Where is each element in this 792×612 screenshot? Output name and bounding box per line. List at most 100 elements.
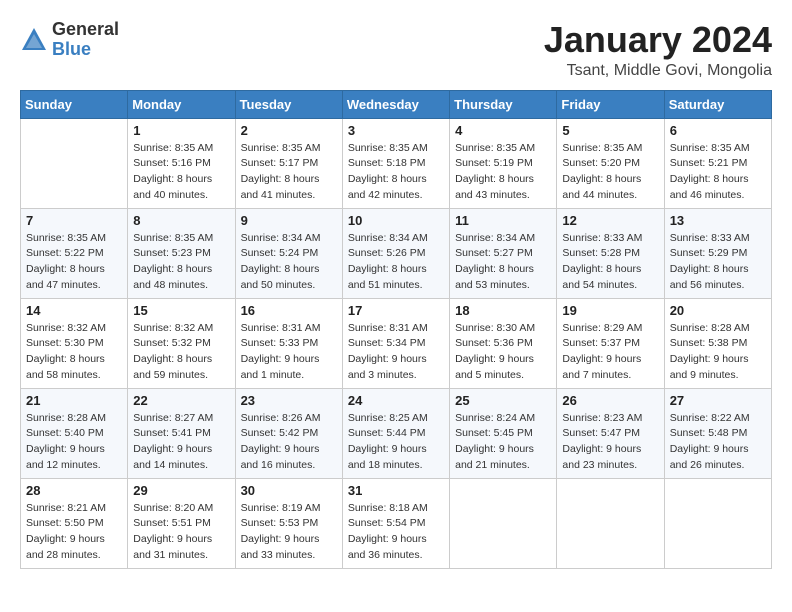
day-cell [450, 478, 557, 568]
calendar-table: Sunday Monday Tuesday Wednesday Thursday… [20, 90, 772, 569]
day-info: Sunrise: 8:35 AMSunset: 5:18 PMDaylight:… [348, 141, 444, 204]
header-thursday: Thursday [450, 90, 557, 118]
day-info: Sunrise: 8:27 AMSunset: 5:41 PMDaylight:… [133, 411, 229, 474]
day-number: 7 [26, 213, 122, 228]
day-number: 26 [562, 393, 658, 408]
day-cell [664, 478, 771, 568]
day-cell: 18 Sunrise: 8:30 AMSunset: 5:36 PMDayligh… [450, 298, 557, 388]
logo-text: General Blue [52, 20, 119, 60]
day-cell: 20Sunrise: 8:28 AMSunset: 5:38 PMDayligh… [664, 298, 771, 388]
day-cell: 1 Sunrise: 8:35 AMSunset: 5:16 PMDaylight… [128, 118, 235, 208]
day-cell: 13Sunrise: 8:33 AMSunset: 5:29 PMDayligh… [664, 208, 771, 298]
calendar-title: January 2024 [544, 20, 772, 60]
calendar-header: Sunday Monday Tuesday Wednesday Thursday… [21, 90, 772, 118]
day-cell: 4 Sunrise: 8:35 AMSunset: 5:19 PMDaylight… [450, 118, 557, 208]
header-tuesday: Tuesday [235, 90, 342, 118]
day-number: 19 [562, 303, 658, 318]
day-number: 25 [455, 393, 551, 408]
day-info: Sunrise: 8:28 AMSunset: 5:38 PMDaylight:… [670, 321, 766, 384]
day-cell: 22 Sunrise: 8:27 AMSunset: 5:41 PMDayligh… [128, 388, 235, 478]
day-cell [557, 478, 664, 568]
week-row-4: 28 Sunrise: 8:21 AMSunset: 5:50 PMDayligh… [21, 478, 772, 568]
day-info: Sunrise: 8:35 AMSunset: 5:23 PMDaylight:… [133, 231, 229, 294]
day-number: 1 [133, 123, 229, 138]
day-cell: 5 Sunrise: 8:35 AMSunset: 5:20 PMDaylight… [557, 118, 664, 208]
day-number: 8 [133, 213, 229, 228]
day-cell [21, 118, 128, 208]
day-info: Sunrise: 8:33 AMSunset: 5:28 PMDaylight:… [562, 231, 658, 294]
day-cell: 6Sunrise: 8:35 AMSunset: 5:21 PMDaylight… [664, 118, 771, 208]
day-number: 28 [26, 483, 122, 498]
day-cell: 30 Sunrise: 8:19 AMSunset: 5:53 PMDayligh… [235, 478, 342, 568]
day-number: 18 [455, 303, 551, 318]
day-cell: 12Sunrise: 8:33 AMSunset: 5:28 PMDayligh… [557, 208, 664, 298]
day-cell: 29 Sunrise: 8:20 AMSunset: 5:51 PMDayligh… [128, 478, 235, 568]
day-number: 29 [133, 483, 229, 498]
day-cell: 10 Sunrise: 8:34 AMSunset: 5:26 PMDayligh… [342, 208, 449, 298]
header-sunday: Sunday [21, 90, 128, 118]
day-info: Sunrise: 8:29 AMSunset: 5:37 PMDaylight:… [562, 321, 658, 384]
day-cell: 17Sunrise: 8:31 AMSunset: 5:34 PMDayligh… [342, 298, 449, 388]
day-info: Sunrise: 8:18 AMSunset: 5:54 PMDaylight:… [348, 501, 444, 564]
week-row-0: 1 Sunrise: 8:35 AMSunset: 5:16 PMDaylight… [21, 118, 772, 208]
day-number: 11 [455, 213, 551, 228]
day-number: 4 [455, 123, 551, 138]
week-row-2: 14Sunrise: 8:32 AMSunset: 5:30 PMDayligh… [21, 298, 772, 388]
day-cell: 21Sunrise: 8:28 AMSunset: 5:40 PMDayligh… [21, 388, 128, 478]
day-number: 31 [348, 483, 444, 498]
day-cell: 8 Sunrise: 8:35 AMSunset: 5:23 PMDaylight… [128, 208, 235, 298]
day-cell: 15 Sunrise: 8:32 AMSunset: 5:32 PMDayligh… [128, 298, 235, 388]
logo-icon [20, 26, 48, 54]
day-info: Sunrise: 8:34 AMSunset: 5:26 PMDaylight:… [348, 231, 444, 294]
day-info: Sunrise: 8:31 AMSunset: 5:34 PMDaylight:… [348, 321, 444, 384]
day-number: 15 [133, 303, 229, 318]
day-info: Sunrise: 8:35 AMSunset: 5:20 PMDaylight:… [562, 141, 658, 204]
logo-general: General [52, 20, 119, 40]
logo-blue: Blue [52, 39, 91, 59]
day-cell: 24Sunrise: 8:25 AMSunset: 5:44 PMDayligh… [342, 388, 449, 478]
day-cell: 23 Sunrise: 8:26 AMSunset: 5:42 PMDayligh… [235, 388, 342, 478]
day-cell: 7 Sunrise: 8:35 AMSunset: 5:22 PMDaylight… [21, 208, 128, 298]
day-cell: 26Sunrise: 8:23 AMSunset: 5:47 PMDayligh… [557, 388, 664, 478]
day-number: 3 [348, 123, 444, 138]
calendar-subtitle: Tsant, Middle Govi, Mongolia [544, 62, 772, 80]
day-cell: 9Sunrise: 8:34 AMSunset: 5:24 PMDaylight… [235, 208, 342, 298]
day-info: Sunrise: 8:34 AMSunset: 5:24 PMDaylight:… [241, 231, 337, 294]
day-info: Sunrise: 8:34 AMSunset: 5:27 PMDaylight:… [455, 231, 551, 294]
day-number: 27 [670, 393, 766, 408]
day-info: Sunrise: 8:26 AMSunset: 5:42 PMDaylight:… [241, 411, 337, 474]
day-info: Sunrise: 8:35 AMSunset: 5:19 PMDaylight:… [455, 141, 551, 204]
day-number: 5 [562, 123, 658, 138]
day-cell: 19 Sunrise: 8:29 AMSunset: 5:37 PMDayligh… [557, 298, 664, 388]
day-info: Sunrise: 8:21 AMSunset: 5:50 PMDaylight:… [26, 501, 122, 564]
day-info: Sunrise: 8:30 AMSunset: 5:36 PMDaylight:… [455, 321, 551, 384]
day-number: 6 [670, 123, 766, 138]
day-info: Sunrise: 8:20 AMSunset: 5:51 PMDaylight:… [133, 501, 229, 564]
header-wednesday: Wednesday [342, 90, 449, 118]
day-info: Sunrise: 8:35 AMSunset: 5:22 PMDaylight:… [26, 231, 122, 294]
day-info: Sunrise: 8:33 AMSunset: 5:29 PMDaylight:… [670, 231, 766, 294]
day-cell: 31 Sunrise: 8:18 AMSunset: 5:54 PMDayligh… [342, 478, 449, 568]
day-cell: 25Sunrise: 8:24 AMSunset: 5:45 PMDayligh… [450, 388, 557, 478]
day-number: 22 [133, 393, 229, 408]
day-number: 23 [241, 393, 337, 408]
logo: General Blue [20, 20, 119, 60]
day-cell: 14Sunrise: 8:32 AMSunset: 5:30 PMDayligh… [21, 298, 128, 388]
day-info: Sunrise: 8:22 AMSunset: 5:48 PMDaylight:… [670, 411, 766, 474]
day-number: 2 [241, 123, 337, 138]
header-saturday: Saturday [664, 90, 771, 118]
day-info: Sunrise: 8:28 AMSunset: 5:40 PMDaylight:… [26, 411, 122, 474]
day-number: 30 [241, 483, 337, 498]
day-number: 10 [348, 213, 444, 228]
day-info: Sunrise: 8:35 AMSunset: 5:16 PMDaylight:… [133, 141, 229, 204]
day-number: 16 [241, 303, 337, 318]
day-number: 24 [348, 393, 444, 408]
header-row: Sunday Monday Tuesday Wednesday Thursday… [21, 90, 772, 118]
day-cell: 16Sunrise: 8:31 AMSunset: 5:33 PMDayligh… [235, 298, 342, 388]
day-info: Sunrise: 8:35 AMSunset: 5:17 PMDaylight:… [241, 141, 337, 204]
calendar-body: 1 Sunrise: 8:35 AMSunset: 5:16 PMDaylight… [21, 118, 772, 568]
week-row-1: 7 Sunrise: 8:35 AMSunset: 5:22 PMDaylight… [21, 208, 772, 298]
day-info: Sunrise: 8:19 AMSunset: 5:53 PMDaylight:… [241, 501, 337, 564]
day-cell: 27 Sunrise: 8:22 AMSunset: 5:48 PMDayligh… [664, 388, 771, 478]
day-info: Sunrise: 8:32 AMSunset: 5:32 PMDaylight:… [133, 321, 229, 384]
